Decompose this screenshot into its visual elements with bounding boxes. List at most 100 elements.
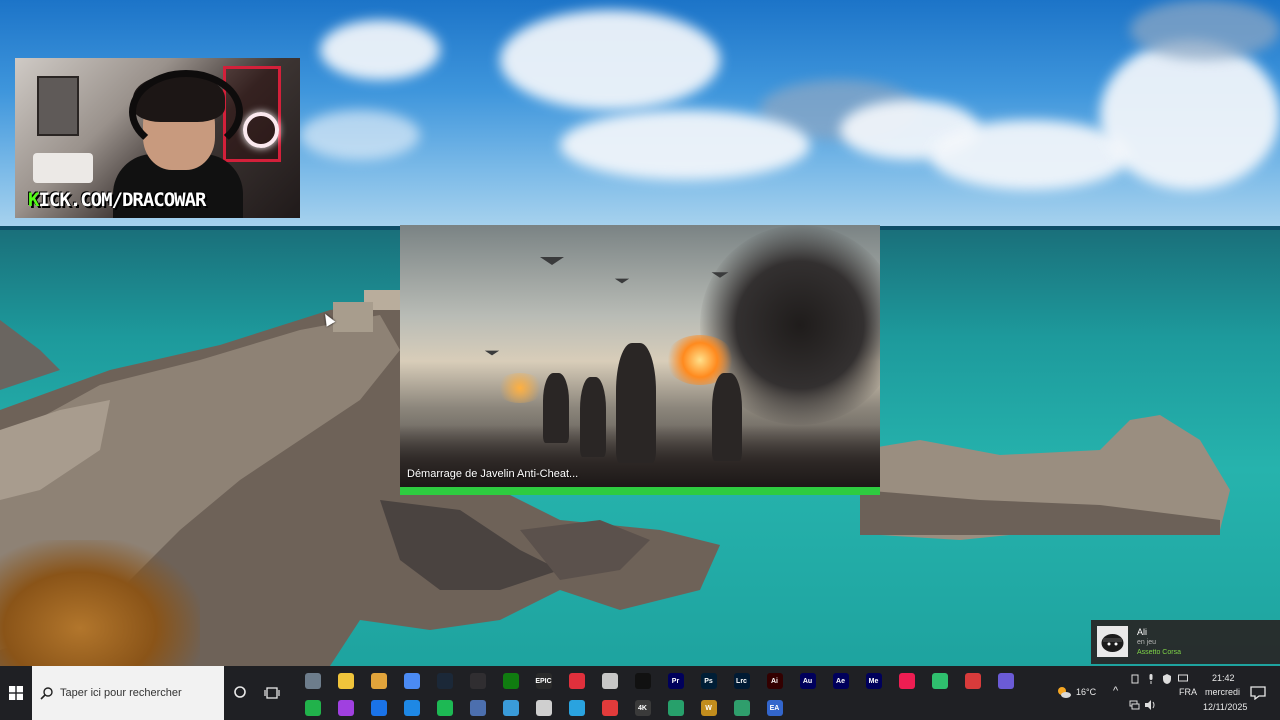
taskbar-app-button[interactable] [296, 697, 329, 719]
weather-partly-cloudy-icon[interactable] [1056, 684, 1072, 700]
file-server-icon [304, 673, 321, 689]
taskbar-app-button[interactable] [461, 670, 494, 692]
friend-activity-toast[interactable]: Ali en jeu Assetto Corsa [1091, 620, 1280, 664]
tray-icons-top [1128, 673, 1189, 685]
kick-channel-url: ICK.COM/DRACOWAR [38, 189, 206, 211]
cloud [300, 110, 420, 160]
audition-label: Au [802, 677, 813, 685]
network-icon[interactable] [1128, 699, 1141, 711]
taskbar-app-button[interactable] [395, 697, 428, 719]
taskbar-search-box[interactable]: Taper ici pour rechercher [32, 666, 224, 720]
after-effects-icon: Ae [832, 673, 849, 689]
taskbar-app-button[interactable] [989, 670, 1022, 692]
ea-red-icon [568, 673, 585, 689]
show-hidden-icons-chevron-icon[interactable]: ^ [1113, 685, 1118, 697]
kick-channel-label: KICK.COM/DRACOWAR [28, 189, 206, 211]
splash-progress-fill [400, 487, 880, 495]
taskbar-app-button[interactable] [626, 670, 659, 692]
display-settings-icon[interactable] [1176, 673, 1189, 685]
edge-icon [667, 700, 684, 716]
taskbar-app-button[interactable] [362, 697, 395, 719]
taskbar-app-button[interactable]: W [692, 697, 725, 719]
task-view-icon[interactable] [264, 685, 280, 701]
clock-date[interactable]: 12/11/2025 [1203, 702, 1247, 712]
weather-temperature[interactable]: 16°C [1076, 687, 1096, 697]
microphone-icon[interactable] [1144, 673, 1157, 685]
taskbar-app-button[interactable]: Me [857, 670, 890, 692]
cam-background-door [37, 76, 79, 136]
pen-tool-icon [535, 700, 552, 716]
taskbar-app-button[interactable] [593, 670, 626, 692]
ms-store-icon [733, 700, 750, 716]
clock-day[interactable]: mercredi [1205, 687, 1240, 697]
tiktok-icon [898, 673, 915, 689]
search-icon [40, 687, 53, 700]
taskbar-app-button[interactable]: Ai [758, 670, 791, 692]
lightroom-classic-label: Lrc [736, 677, 747, 685]
clock-time[interactable]: 21:42 [1212, 673, 1235, 683]
jet-icon [711, 272, 729, 278]
usb-icon[interactable] [1128, 673, 1141, 685]
taskbar-app-button[interactable] [461, 697, 494, 719]
ea-app-label: EA [769, 704, 780, 712]
photoshop-label: Ps [704, 677, 713, 685]
ea-app-icon: EA [766, 700, 783, 716]
taskbar-app-button[interactable]: EPIC [527, 670, 560, 692]
taskbar-app-button[interactable] [428, 670, 461, 692]
taskbar-app-button[interactable] [329, 697, 362, 719]
4k-downloader-label: 4K [638, 704, 647, 712]
chrome-icon [403, 673, 420, 689]
taskbar-app-button[interactable] [560, 670, 593, 692]
avatar [1097, 626, 1128, 657]
taskbar-app-button[interactable]: Pr [659, 670, 692, 692]
taskbar-app-button[interactable]: 4K [626, 697, 659, 719]
cloud [1130, 0, 1280, 60]
taskbar-app-button[interactable]: Au [791, 670, 824, 692]
taskbar-app-button[interactable] [890, 670, 923, 692]
soldier-figure [616, 343, 656, 463]
taskbar-app-button[interactable] [494, 670, 527, 692]
start-button[interactable] [0, 666, 32, 720]
media-encoder-icon: Me [865, 673, 882, 689]
red-app-icon [601, 700, 618, 716]
cortana-icon[interactable] [232, 684, 248, 700]
taskbar-app-button[interactable]: EA [758, 697, 791, 719]
jet-icon [540, 257, 564, 265]
taskbar-app-button[interactable] [956, 670, 989, 692]
taskbar-app-button[interactable] [560, 697, 593, 719]
taskbar-app-button[interactable] [296, 670, 329, 692]
toast-friend-name: Ali [1137, 627, 1148, 637]
sync-app-icon [304, 700, 321, 716]
taskbar-app-button[interactable] [923, 670, 956, 692]
taskbar-app-button[interactable] [527, 697, 560, 719]
taskbar-app-button[interactable]: Ps [692, 670, 725, 692]
game-launch-splash: Démarrage de Javelin Anti-Cheat... [400, 225, 880, 495]
file-explorer-icon [337, 673, 354, 689]
soldier-figure [543, 373, 569, 443]
audition-icon: Au [799, 673, 816, 689]
input-language[interactable]: FRA [1179, 687, 1197, 697]
avatar-icon [1097, 626, 1128, 657]
photoshop-icon: Ps [700, 673, 717, 689]
jet-icon [614, 278, 630, 284]
xbox-icon [502, 673, 519, 689]
taskbar: Taper ici pour rechercher EPIC Pr Ps Lrc Ai A… [0, 666, 1280, 720]
taskbar-app-button[interactable] [725, 697, 758, 719]
taskbar-app-button[interactable] [593, 697, 626, 719]
taskbar-app-button[interactable]: Ae [824, 670, 857, 692]
security-shield-icon[interactable] [1160, 673, 1173, 685]
taskbar-app-button[interactable] [329, 670, 362, 692]
taskbar-app-button[interactable]: Lrc [725, 670, 758, 692]
illustrator-label: Ai [771, 677, 778, 685]
taskbar-app-button[interactable] [659, 697, 692, 719]
cloud [500, 10, 720, 110]
taskbar-app-button[interactable] [362, 670, 395, 692]
volume-icon[interactable] [1144, 699, 1157, 711]
taskbar-app-button[interactable] [395, 670, 428, 692]
cloud [930, 120, 1130, 190]
taskbar-app-button[interactable] [494, 697, 527, 719]
taskbar-app-button[interactable] [428, 697, 461, 719]
premiere-label: Pr [671, 677, 680, 685]
kick-logo-letter: K [28, 189, 39, 211]
notification-center-icon[interactable] [1250, 686, 1266, 700]
